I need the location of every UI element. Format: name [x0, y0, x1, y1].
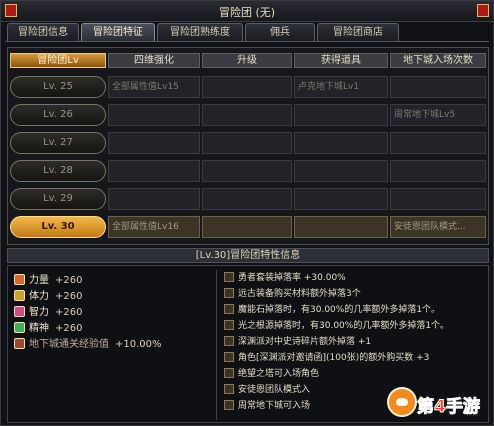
grid-cell[interactable]	[294, 104, 388, 126]
bonus-row: 远古装备购买材料额外掉落3个	[224, 288, 486, 301]
stat-row: 智力 +260	[14, 306, 82, 320]
level-button[interactable]: Lv. 27	[10, 132, 106, 154]
item-icon	[224, 320, 234, 330]
stat-value: +260	[55, 307, 83, 318]
stat-name: 力量	[29, 275, 49, 286]
level-button[interactable]: Lv. 25	[10, 76, 106, 98]
window-badge-icon	[477, 4, 489, 17]
bonus-text: 深渊派对中史诗碎片额外掉落 +1	[238, 337, 372, 347]
grid-cell[interactable]	[202, 216, 292, 238]
spirit-icon	[14, 322, 25, 333]
vitality-icon	[14, 290, 25, 301]
bonus-row: 角色[深渊派对邀请函](100张)的额外购买数 +3	[224, 352, 486, 365]
grid-cell[interactable]	[294, 132, 388, 154]
bonus-text: 勇者套装掉落率 +30.00%	[238, 273, 346, 283]
title-bar: 冒险团 (无)	[1, 1, 493, 22]
tab-1[interactable]: 冒险团特征	[81, 23, 155, 41]
tab-divider	[5, 41, 489, 42]
bonus-row: 勇者套装掉落率 +30.00%	[224, 272, 486, 285]
level-button[interactable]: Lv. 29	[10, 188, 106, 210]
tab-4[interactable]: 冒险团商店	[317, 23, 399, 41]
grid-cell[interactable]	[294, 160, 388, 182]
stat-name: 智力	[29, 307, 49, 318]
column-header-4: 地下城入场次数	[390, 53, 486, 68]
bonus-text: 光之根源掉落时，有30.00%的几率额外多掉落1个。	[238, 321, 450, 331]
stat-value: +260	[55, 275, 83, 286]
info-header: [Lv.30]冒险团特性信息	[7, 248, 489, 263]
grid-cell[interactable]	[202, 76, 292, 98]
item-icon	[224, 352, 234, 362]
grid-cell[interactable]: 全部属性值Lv16	[108, 216, 200, 238]
column-header-2: 升级	[202, 53, 292, 68]
tab-2[interactable]: 冒险团熟练度	[157, 23, 243, 41]
bonus-text: 魔能石掉落时，有30.00%的几率额外多掉落1个。	[238, 305, 441, 315]
grid-cell[interactable]: 周常地下城Lv5	[390, 104, 486, 126]
intelligence-icon	[14, 306, 25, 317]
level-button[interactable]: Lv. 30	[10, 216, 106, 238]
level-button[interactable]: Lv. 26	[10, 104, 106, 126]
bonus-text: 安徒恩团队模式入	[238, 385, 311, 395]
info-divider	[216, 270, 217, 420]
adventure-team-window: 冒险团 (无) 冒险团信息 冒险团特征 冒险团熟练度 佣兵 冒险团商店 冒险团Lv 四维强…	[0, 0, 494, 426]
item-icon	[224, 272, 234, 282]
stat-value: +260	[55, 291, 83, 302]
bonus-text: 角色[深渊派对邀请函](100张)的额外购买数 +3	[238, 353, 430, 363]
grid-cell[interactable]	[202, 160, 292, 182]
window-title: 冒险团 (无)	[218, 6, 276, 19]
grid-cell[interactable]	[108, 160, 200, 182]
stat-name: 精神	[29, 323, 49, 334]
grid-cell[interactable]: 卢克地下城Lv1	[294, 76, 388, 98]
item-icon	[224, 368, 234, 378]
stat-row: 力量 +260	[14, 274, 82, 288]
grid-cell[interactable]	[294, 216, 388, 238]
grid-cell[interactable]	[390, 76, 486, 98]
grid-cell[interactable]	[294, 188, 388, 210]
bonus-row: 绝望之塔可入场角色	[224, 368, 486, 381]
grid-cell[interactable]	[390, 132, 486, 154]
grid-cell[interactable]	[202, 188, 292, 210]
item-icon	[224, 400, 234, 410]
stat-row: 地下城通关经验值 +10.00%	[14, 338, 162, 352]
stat-value: +10.00%	[115, 339, 162, 350]
bonus-row: 魔能石掉落时，有30.00%的几率额外多掉落1个。	[224, 304, 486, 317]
exp-icon	[14, 338, 25, 349]
item-icon	[224, 288, 234, 298]
stat-row: 精神 +260	[14, 322, 82, 336]
stat-row: 体力 +260	[14, 290, 82, 304]
bonus-row: 深渊派对中史诗碎片额外掉落 +1	[224, 336, 486, 349]
grid-cell[interactable]	[202, 132, 292, 154]
column-header-3: 获得道具	[294, 53, 388, 68]
fox-logo-icon	[387, 387, 417, 417]
stat-name: 地下城通关经验值	[29, 339, 109, 350]
bonus-text: 远古装备购买材料额外掉落3个	[238, 289, 361, 299]
tab-0[interactable]: 冒险团信息	[7, 23, 79, 41]
strength-icon	[14, 274, 25, 285]
grid-cell[interactable]	[390, 160, 486, 182]
watermark-text: 第4手游	[417, 397, 481, 418]
grid-cell[interactable]: 全部属性值Lv15	[108, 76, 200, 98]
bonus-text: 周常地下城可入场	[238, 401, 311, 411]
level-grid: 冒险团Lv 四维强化 升级 获得道具 地下城入场次数 Lv. 25 全部属性值Lv15 卢克地…	[7, 47, 489, 245]
watermark: 第4手游	[387, 383, 487, 421]
grid-cell[interactable]	[108, 188, 200, 210]
grid-cell[interactable]	[202, 104, 292, 126]
column-header-1: 四维强化	[108, 53, 200, 68]
bonus-row: 光之根源掉落时，有30.00%的几率额外多掉落1个。	[224, 320, 486, 333]
item-icon	[224, 304, 234, 314]
grid-cell[interactable]	[390, 188, 486, 210]
level-button[interactable]: Lv. 28	[10, 160, 106, 182]
stat-name: 体力	[29, 291, 49, 302]
item-icon	[224, 384, 234, 394]
grid-cell[interactable]	[108, 104, 200, 126]
item-icon	[224, 336, 234, 346]
stat-value: +260	[55, 323, 83, 334]
tab-3[interactable]: 佣兵	[245, 23, 315, 41]
grid-cell[interactable]	[108, 132, 200, 154]
grid-cell[interactable]: 安徒恩团队模式...	[390, 216, 486, 238]
bonus-text: 绝望之塔可入场角色	[238, 369, 320, 379]
column-header-0: 冒险团Lv	[10, 53, 106, 68]
